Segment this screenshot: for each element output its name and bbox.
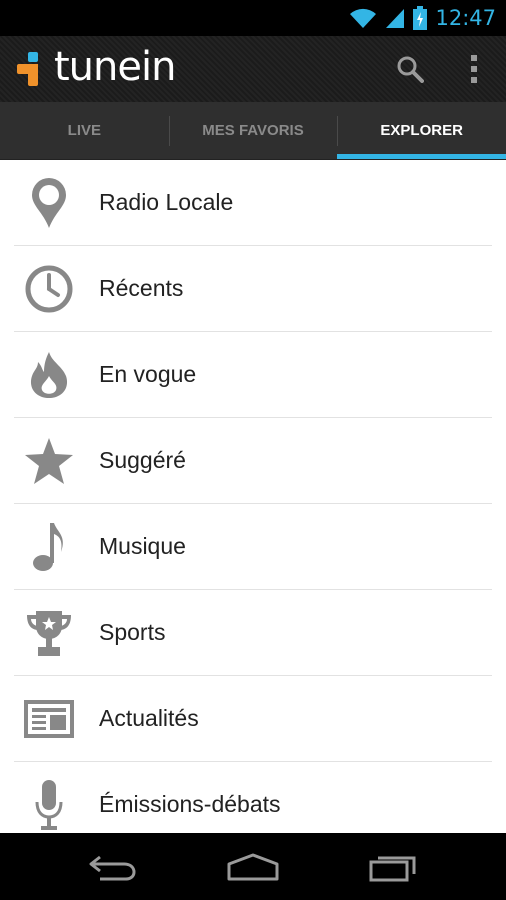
- star-icon: [25, 437, 73, 484]
- clock-icon: [25, 265, 73, 312]
- tab-bar: LIVE MES FAVORIS EXPLORER: [0, 102, 506, 160]
- list-item-label: Radio Locale: [99, 189, 234, 215]
- tab-mes-favoris[interactable]: MES FAVORIS: [168, 102, 338, 159]
- list-item-label: Musique: [99, 533, 186, 559]
- signal-icon: [386, 9, 405, 28]
- list-item-label: En vogue: [99, 361, 197, 387]
- tab-live[interactable]: LIVE: [0, 102, 169, 159]
- trophy-icon: [27, 610, 71, 656]
- status-clock: 12:47: [435, 6, 496, 30]
- wifi-icon: [350, 8, 377, 28]
- home-icon: [227, 853, 279, 880]
- recent-apps-icon: [369, 856, 416, 881]
- tunein-logo[interactable]: tunein: [16, 36, 176, 102]
- list-item-musique[interactable]: Musique: [14, 504, 492, 590]
- list-item-label: Sports: [99, 619, 166, 645]
- tunein-logo-icon: [17, 52, 38, 86]
- recent-apps-button[interactable]: [358, 833, 428, 900]
- logo-text: tunein: [54, 44, 176, 90]
- search-button[interactable]: [378, 36, 442, 102]
- action-bar: tunein: [0, 36, 506, 102]
- system-nav-bar: [0, 833, 506, 900]
- microphone-icon: [35, 779, 63, 830]
- map-pin-icon: [32, 177, 66, 228]
- explore-list: Radio Locale Récents En vogue Suggéré Mu…: [0, 160, 506, 833]
- back-button[interactable]: [78, 833, 148, 900]
- list-item-label: Actualités: [99, 705, 199, 731]
- music-note-icon: [33, 522, 63, 571]
- overflow-menu-icon: [471, 55, 477, 83]
- overflow-menu-button[interactable]: [442, 36, 506, 102]
- list-item-emissions-debats[interactable]: Émissions-débats: [14, 762, 492, 833]
- list-item-radio-locale[interactable]: Radio Locale: [14, 160, 492, 246]
- list-item-label: Récents: [99, 275, 184, 301]
- list-item-label: Suggéré: [99, 447, 186, 473]
- status-bar: 12:47: [0, 0, 506, 36]
- battery-charging-icon: [413, 6, 428, 30]
- list-item-recents[interactable]: Récents: [14, 246, 492, 332]
- list-item-en-vogue[interactable]: En vogue: [14, 332, 492, 418]
- tab-explorer[interactable]: EXPLORER: [337, 102, 506, 159]
- list-item-actualites[interactable]: Actualités: [14, 676, 492, 762]
- home-button[interactable]: [218, 833, 288, 900]
- newspaper-icon: [24, 699, 74, 738]
- search-icon: [397, 56, 424, 83]
- list-item-sports[interactable]: Sports: [14, 590, 492, 676]
- flame-icon: [30, 351, 68, 398]
- list-item-label: Émissions-débats: [99, 791, 281, 817]
- list-item-suggere[interactable]: Suggéré: [14, 418, 492, 504]
- back-icon: [89, 855, 136, 880]
